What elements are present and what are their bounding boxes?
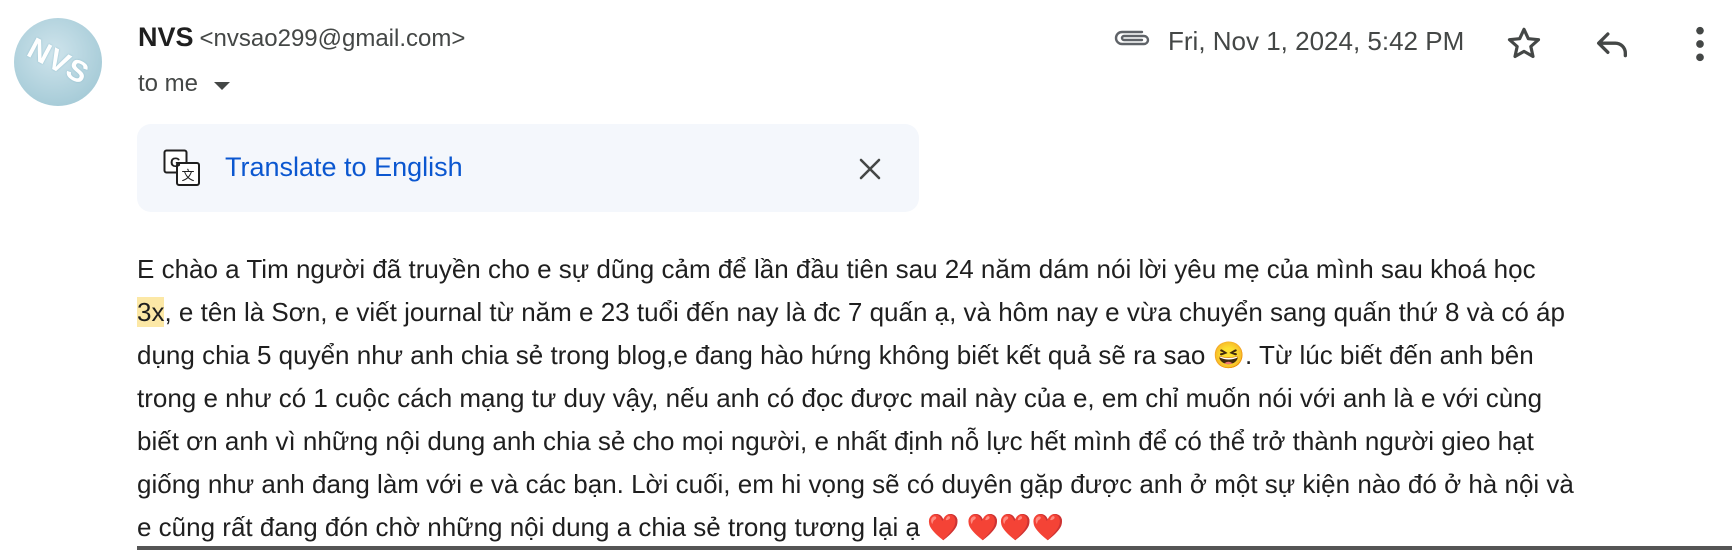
more-options-icon[interactable] (1680, 22, 1720, 66)
embedded-image-edge (137, 546, 1732, 550)
message-date: Fri, Nov 1, 2024, 5:42 PM (1168, 26, 1465, 56)
svg-text:G: G (170, 154, 181, 170)
recipient-label: to me (138, 70, 199, 97)
message-text-part2: , e tên là Sơn, e viết journal từ năm e … (137, 297, 1574, 542)
avatar-logo-text: NVS (21, 31, 95, 92)
close-icon[interactable] (855, 154, 885, 184)
star-icon[interactable] (1504, 24, 1544, 64)
message-text-part1: E chào a Tim người đã truyền cho e sự dũ… (137, 254, 1536, 284)
translate-banner: G 文 Translate to English (137, 124, 919, 212)
sender-avatar[interactable]: NVS (14, 18, 102, 106)
chevron-down-icon[interactable] (214, 81, 231, 90)
translate-to-english-link[interactable]: Translate to English (225, 152, 463, 183)
sender-line: NVS <nvsao299@gmail.com> (138, 22, 465, 53)
reply-icon[interactable] (1592, 24, 1632, 64)
attachment-icon (1114, 30, 1150, 46)
sender-email: <nvsao299@gmail.com> (199, 25, 466, 52)
sender-name[interactable]: NVS (138, 22, 194, 52)
message-body: E chào a Tim người đã truyền cho e sự dũ… (137, 248, 1727, 549)
highlighted-search-term: 3x (137, 297, 165, 327)
google-translate-icon: G 文 (163, 149, 200, 186)
recipient-details-toggle[interactable]: to me (138, 70, 231, 98)
svg-text:文: 文 (181, 168, 194, 183)
